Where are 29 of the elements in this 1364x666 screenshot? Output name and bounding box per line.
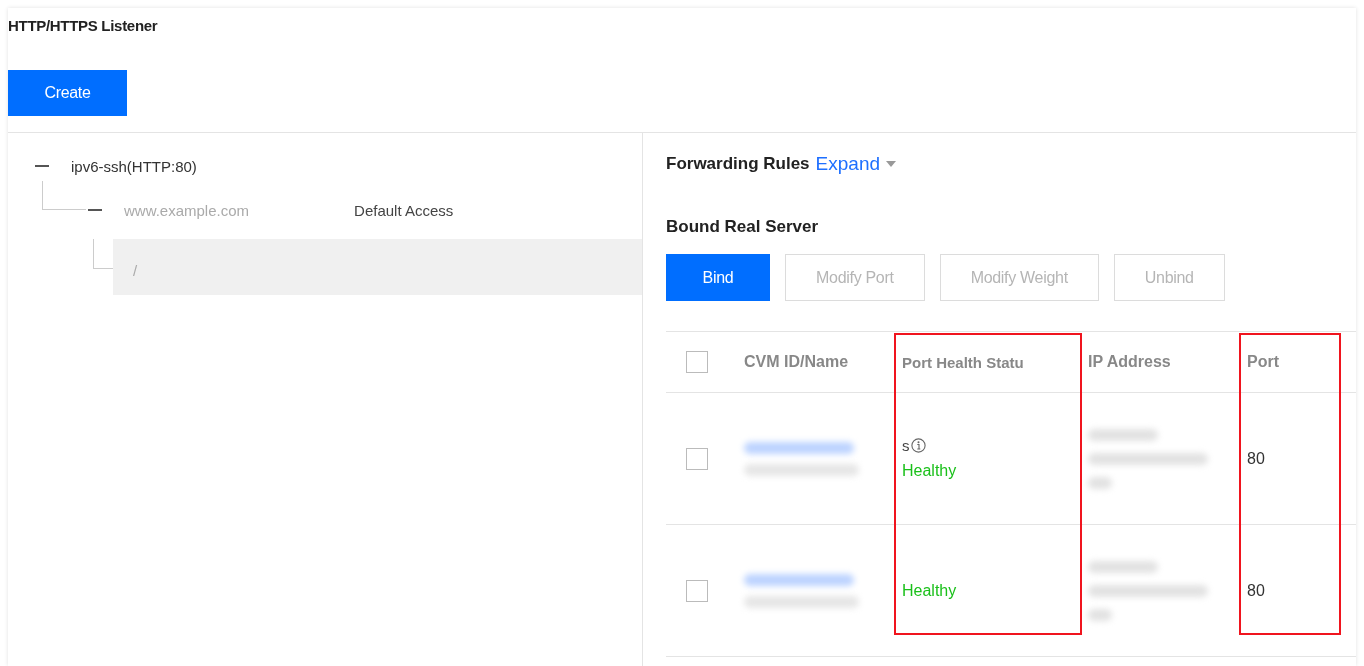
expand-link[interactable]: Expand xyxy=(815,153,897,175)
redacted-text xyxy=(1088,428,1158,441)
health-status: Healthy xyxy=(902,581,957,600)
caret-icon xyxy=(886,161,897,167)
info-icon[interactable] xyxy=(910,438,926,453)
section-title: Bound Real Server xyxy=(666,217,820,237)
status-note: s xyxy=(902,437,910,454)
port-value: 80 xyxy=(1247,449,1265,468)
redacted-text xyxy=(1088,476,1112,489)
tree-node-label[interactable]: www.example.com xyxy=(124,201,250,219)
checkbox[interactable] xyxy=(686,351,708,373)
section-title: Forwarding Rules xyxy=(666,154,810,174)
create-button[interactable]: Create xyxy=(8,70,127,116)
column-header: IP Address xyxy=(1088,353,1171,371)
redacted-text xyxy=(1088,560,1158,573)
action-button[interactable]: Bind xyxy=(666,254,770,301)
checkbox[interactable] xyxy=(686,447,708,470)
page-title: HTTP/HTTPS Listener xyxy=(8,17,158,34)
column-header: CVM ID/Name xyxy=(744,353,849,371)
port-value: 80 xyxy=(1247,581,1265,600)
health-status: Healthy xyxy=(902,462,957,480)
checkbox[interactable] xyxy=(686,579,708,602)
redacted-text xyxy=(1088,608,1112,621)
tree-node-note: Default Access xyxy=(354,201,454,219)
column-header: Port Health Statu xyxy=(902,353,1024,371)
tree-node-label[interactable]: / xyxy=(113,239,642,295)
tree-connector xyxy=(42,181,86,210)
tree-node-label[interactable]: ipv6-ssh(HTTP:80) xyxy=(71,157,197,175)
column-header: Port xyxy=(1247,353,1279,371)
